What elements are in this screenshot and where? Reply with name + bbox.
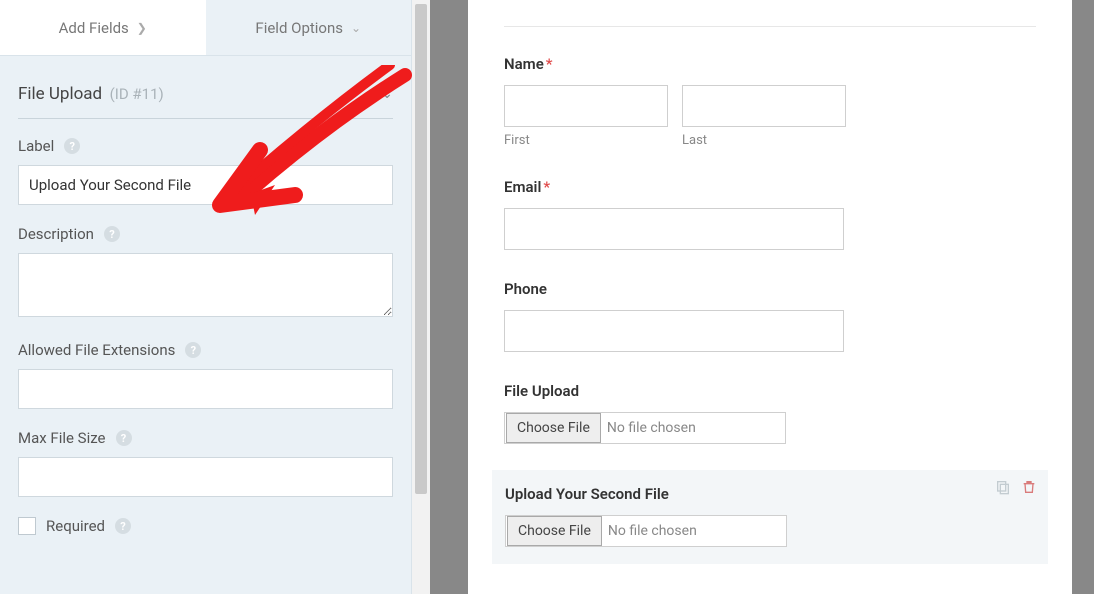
help-icon[interactable]: ? <box>116 430 132 446</box>
trash-icon[interactable] <box>1021 479 1037 495</box>
required-checkbox[interactable] <box>18 517 36 535</box>
last-name-input[interactable] <box>682 85 846 127</box>
choose-file-button[interactable]: Choose File <box>507 516 602 546</box>
preview-email-field[interactable]: Email* <box>504 178 1036 250</box>
preview-selected-field[interactable]: Upload Your Second File Choose File No f… <box>492 470 1048 564</box>
file-status: No file chosen <box>608 523 697 539</box>
tab-add-fields-label: Add Fields <box>59 19 129 37</box>
help-icon[interactable]: ? <box>104 226 120 242</box>
file-status: No file chosen <box>607 420 696 436</box>
divider <box>430 0 468 594</box>
second-upload-label: Upload Your Second File <box>505 485 669 503</box>
description-textarea[interactable] <box>18 253 393 317</box>
label-label: Label <box>18 137 54 155</box>
chevron-right-icon: ❯ <box>137 21 147 35</box>
duplicate-icon[interactable] <box>995 479 1011 495</box>
description-label: Description <box>18 225 94 243</box>
choose-file-button[interactable]: Choose File <box>506 413 601 443</box>
chevron-down-icon: ⌄ <box>381 86 393 102</box>
section-header[interactable]: File Upload (ID #11) ⌄ <box>18 74 393 119</box>
label-input[interactable] <box>18 165 393 205</box>
maxsize-input[interactable] <box>18 457 393 497</box>
email-input[interactable] <box>504 208 844 250</box>
help-icon[interactable]: ? <box>115 518 131 534</box>
tab-add-fields[interactable]: Add Fields ❯ <box>0 0 206 55</box>
help-icon[interactable]: ? <box>185 342 201 358</box>
chevron-down-icon: ⌄ <box>351 21 361 35</box>
section-title: File Upload <box>18 84 102 104</box>
tab-field-options-label: Field Options <box>255 19 343 37</box>
required-asterisk: * <box>546 55 553 73</box>
preview-phone-field[interactable]: Phone <box>504 280 1036 352</box>
last-sublabel: Last <box>682 133 846 148</box>
fileupload-label: File Upload <box>504 382 579 400</box>
scrollbar-thumb[interactable] <box>415 4 427 494</box>
first-sublabel: First <box>504 133 668 148</box>
panel-tabs: Add Fields ❯ Field Options ⌄ <box>0 0 411 56</box>
extensions-label: Allowed File Extensions <box>18 341 175 359</box>
divider <box>504 26 1036 27</box>
section-id: (ID #11) <box>110 85 164 103</box>
first-name-input[interactable] <box>504 85 668 127</box>
preview-name-field[interactable]: Name* First Last <box>504 55 1036 148</box>
required-label: Required <box>46 517 105 535</box>
maxsize-label: Max File Size <box>18 429 106 447</box>
tab-field-options[interactable]: Field Options ⌄ <box>206 0 412 55</box>
divider <box>1072 0 1094 594</box>
required-asterisk: * <box>543 178 550 196</box>
edge <box>1094 0 1116 594</box>
form-preview: Name* First Last Email* <box>468 0 1072 594</box>
email-label: Email <box>504 178 541 196</box>
preview-fileupload-field[interactable]: File Upload Choose File No file chosen <box>504 382 1036 444</box>
help-icon[interactable]: ? <box>64 138 80 154</box>
phone-input[interactable] <box>504 310 844 352</box>
extensions-input[interactable] <box>18 369 393 409</box>
name-label: Name <box>504 55 544 73</box>
phone-label: Phone <box>504 280 547 298</box>
scrollbar[interactable] <box>412 0 430 594</box>
